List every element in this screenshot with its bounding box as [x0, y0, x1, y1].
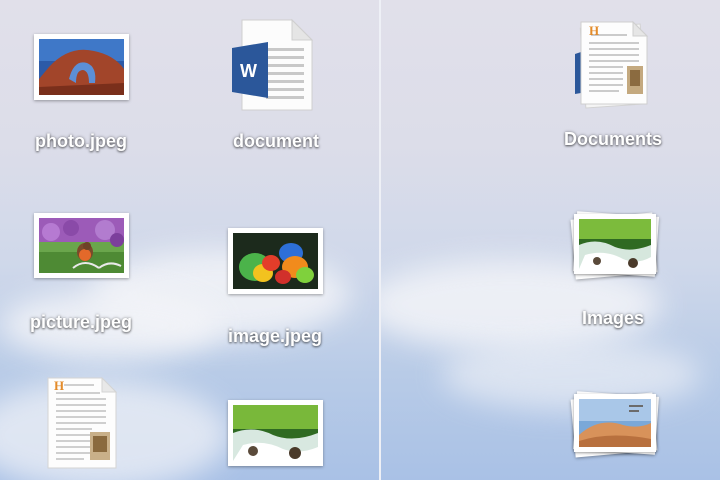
text-document-initial: H: [54, 378, 65, 393]
documents-stack-icon: H: [571, 18, 655, 110]
image-file-label[interactable]: image.jpeg: [228, 326, 322, 347]
photo-file-label[interactable]: photo.jpeg: [35, 131, 127, 152]
bird-photo-thumbnail-icon: [34, 213, 129, 278]
desert-images-stack-icon: [567, 386, 663, 460]
images-stack-icon: [567, 206, 663, 282]
desktop-left-pane: photo.jpeg W document picture.jpeg image…: [0, 0, 379, 480]
images-folder-label[interactable]: Images: [582, 308, 644, 329]
text-document-icon: H: [46, 376, 118, 470]
documents-stack-initial: H: [589, 23, 600, 38]
word-badge-letter: W: [240, 61, 257, 81]
parrots-photo-thumbnail-icon: [228, 228, 323, 294]
picture-file-label[interactable]: picture.jpeg: [30, 312, 132, 333]
waterfall-photo-thumbnail-icon: [228, 400, 323, 466]
photo-thumbnail-icon: [34, 34, 129, 100]
desktop-screen: photo.jpeg W document picture.jpeg image…: [0, 0, 720, 480]
documents-folder-label[interactable]: Documents: [564, 129, 662, 150]
desktop-right-pane: H Documents Images: [381, 0, 720, 480]
word-document-icon: W: [230, 18, 314, 112]
document-file-label[interactable]: document: [233, 131, 319, 152]
